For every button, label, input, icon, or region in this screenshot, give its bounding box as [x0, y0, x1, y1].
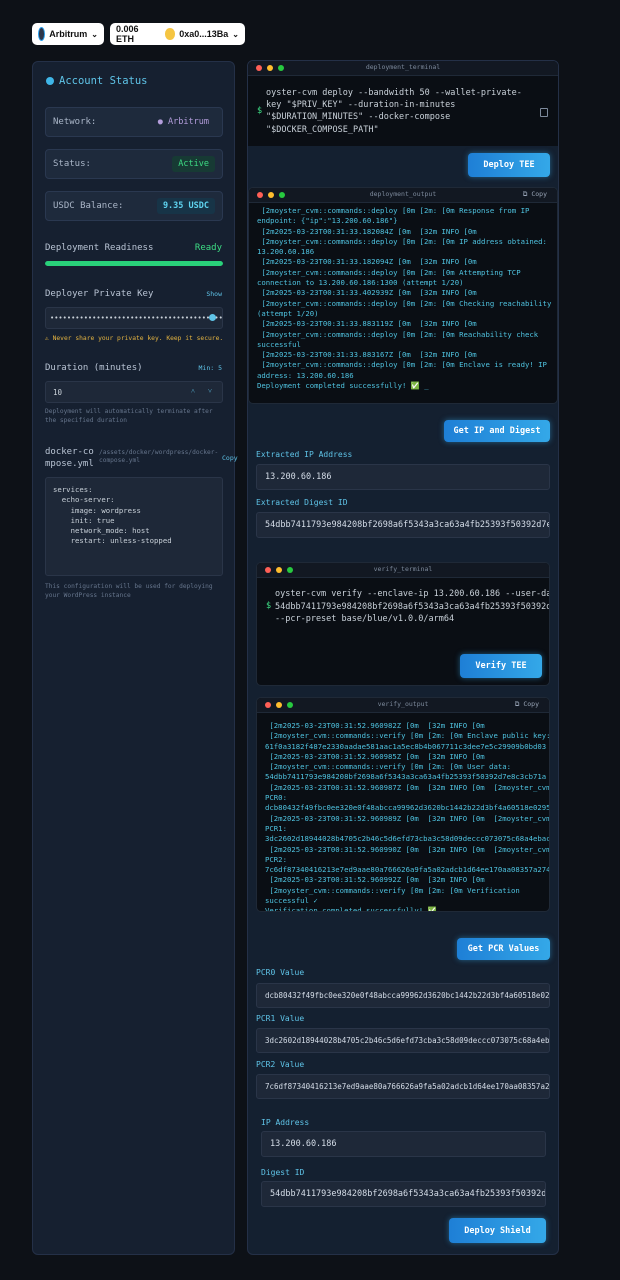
verify-tee-button[interactable]: Verify TEE: [460, 654, 542, 678]
key-warning: ⚠ Never share your private key. Keep it …: [45, 335, 224, 342]
show-key-button[interactable]: Show: [206, 290, 222, 298]
extracted-digest-field[interactable]: 54dbb7411793e984208bf2698a6f5343a3ca63a4…: [256, 512, 550, 538]
deployment-output-header: deployment_output ⧉ Copy: [249, 188, 557, 203]
duration-input[interactable]: 10: [45, 381, 223, 403]
compose-content: services: echo-server: image: wordpress …: [45, 477, 223, 576]
pcr2-field[interactable]: 7c6df87340416213e7ed9aae80a766626a9fa5a0…: [256, 1074, 550, 1099]
config-note: This configuration will be used for depl…: [45, 583, 213, 599]
verify-terminal-title: verify_terminal: [373, 565, 433, 573]
chevron-down-icon: ⌄: [232, 29, 239, 39]
readiness-progress-bar: [45, 261, 223, 266]
verify-output-terminal: verify_output ⧉ Copy [2m2025-03-23T00:31…: [256, 697, 550, 912]
verify-command[interactable]: oyster-cvm verify --enclave-ip 13.200.60…: [275, 588, 549, 626]
usdc-row: USDC Balance: 9.35 USDC: [45, 191, 223, 221]
prompt-symbol: $: [257, 106, 263, 116]
status-row: Status: Active: [45, 149, 223, 179]
compose-code: services: echo-server: image: wordpress …: [53, 485, 172, 546]
clipboard-icon[interactable]: [540, 108, 548, 117]
deployment-output-title: deployment_output: [369, 190, 437, 198]
pcr2-label: PCR2 Value: [256, 1060, 305, 1069]
pcr0-label: PCR0 Value: [256, 968, 305, 977]
verify-output-title: verify_output: [377, 700, 429, 708]
arbitrum-logo-icon: [38, 27, 46, 41]
ip-address-label: IP Address: [261, 1118, 310, 1127]
network-selector[interactable]: Arbitrum ⌄: [32, 23, 104, 45]
extracted-digest-label: Extracted Digest ID: [256, 498, 348, 507]
deployment-panel: deployment_terminal $ oyster-cvm deploy …: [247, 60, 559, 1255]
deploy-command[interactable]: oyster-cvm deploy --bandwidth 50 --walle…: [266, 87, 522, 136]
deploy-shield-button[interactable]: Deploy Shield: [449, 1218, 546, 1243]
private-key-label: Deployer Private Key: [45, 289, 154, 299]
pcr1-label: PCR1 Value: [256, 1014, 305, 1023]
private-key-input[interactable]: ••••••••••••••••••••••••••••••••••••••••…: [45, 307, 223, 329]
verify-output-header: verify_output ⧉ Copy: [257, 698, 549, 713]
avatar: [164, 28, 176, 40]
wallet-address: 0xa0...13Ba: [179, 29, 229, 39]
prompt-symbol: $: [266, 601, 272, 611]
compose-label: docker-compose.yml: [45, 447, 94, 469]
chevron-down-icon: ⌄: [91, 29, 98, 39]
verify-terminal: verify_terminal $ oyster-cvm verify --en…: [256, 562, 550, 686]
globe-icon: [46, 77, 54, 85]
duration-min: Min: 5: [198, 364, 222, 372]
deploy-tee-button[interactable]: Deploy TEE: [468, 153, 550, 177]
decrement-icon[interactable]: ˅: [208, 387, 212, 395]
duration-value: 10: [53, 387, 63, 397]
status-badge: Active: [172, 156, 215, 172]
status-label: Status:: [53, 159, 91, 169]
extracted-ip-label: Extracted IP Address: [256, 450, 353, 459]
account-status-title: Account Status: [59, 75, 148, 87]
compose-copy-button[interactable]: Copy: [222, 454, 238, 462]
eye-icon[interactable]: [209, 314, 216, 321]
get-ip-digest-button[interactable]: Get IP and Digest: [444, 420, 550, 442]
deployment-terminal-header: deployment_terminal: [248, 61, 558, 76]
deployment-terminal-title: deployment_terminal: [365, 63, 441, 71]
readiness-label: Deployment Readiness: [45, 243, 154, 253]
network-selector-label: Arbitrum: [49, 29, 88, 39]
private-key-value: ••••••••••••••••••••••••••••••••••••••••…: [50, 314, 223, 322]
copy-label: Copy: [523, 700, 539, 708]
extracted-ip-field[interactable]: 13.200.60.186: [256, 464, 550, 490]
deployment-log: [2moyster_cvm::commands::deploy [0m [2m:…: [257, 206, 552, 391]
network-badge: ● Arbitrum: [151, 114, 215, 130]
deployment-output-terminal: deployment_output ⧉ Copy [2moyster_cvm::…: [248, 187, 558, 404]
readiness-progress-fill: [45, 261, 223, 266]
verify-output-copy-button[interactable]: ⧉ Copy: [515, 700, 539, 709]
readiness-value: Ready: [194, 243, 222, 253]
duration-label: Duration (minutes): [45, 363, 143, 373]
pcr0-field[interactable]: dcb80432f49fbc0ee320e0f48abcca99962d3620…: [256, 983, 550, 1008]
copy-label: Copy: [531, 190, 547, 198]
network-row: Network: ● Arbitrum: [45, 107, 223, 137]
account-status-panel: Account Status Network: ● Arbitrum Statu…: [32, 61, 238, 1255]
ip-address-field[interactable]: 13.200.60.186: [261, 1131, 546, 1157]
network-label: Network:: [53, 117, 97, 127]
wallet-balance: 0.006 ETH: [116, 24, 139, 44]
digest-id-field[interactable]: 54dbb7411793e984208bf2698a6f5343a3ca63a4…: [261, 1181, 546, 1207]
network-value: Arbitrum: [168, 117, 209, 127]
get-pcr-values-button[interactable]: Get PCR Values: [457, 938, 550, 960]
deployment-terminal: deployment_terminal $ oyster-cvm deploy …: [248, 61, 558, 146]
pcr1-field[interactable]: 3dc2602d18944028b4705c2b46c5d6efd73cba3c…: [256, 1028, 550, 1053]
compose-path: /assets/docker/wordpress/docker-compose.…: [99, 449, 219, 465]
digest-id-label: Digest ID: [261, 1168, 305, 1177]
wallet-button[interactable]: 0.006 ETH 0xa0...13Ba ⌄: [110, 23, 245, 45]
increment-icon[interactable]: ˄: [191, 387, 195, 395]
deployment-output-copy-button[interactable]: ⧉ Copy: [523, 190, 547, 199]
verify-log: [2m2025-03-23T00:31:52.960982Z [0m [32m …: [265, 721, 549, 912]
duration-note: Deployment will automatically terminate …: [45, 408, 213, 424]
verify-terminal-header: verify_terminal: [257, 563, 549, 578]
usdc-badge: 9.35 USDC: [156, 198, 215, 214]
usdc-label: USDC Balance:: [53, 201, 124, 211]
